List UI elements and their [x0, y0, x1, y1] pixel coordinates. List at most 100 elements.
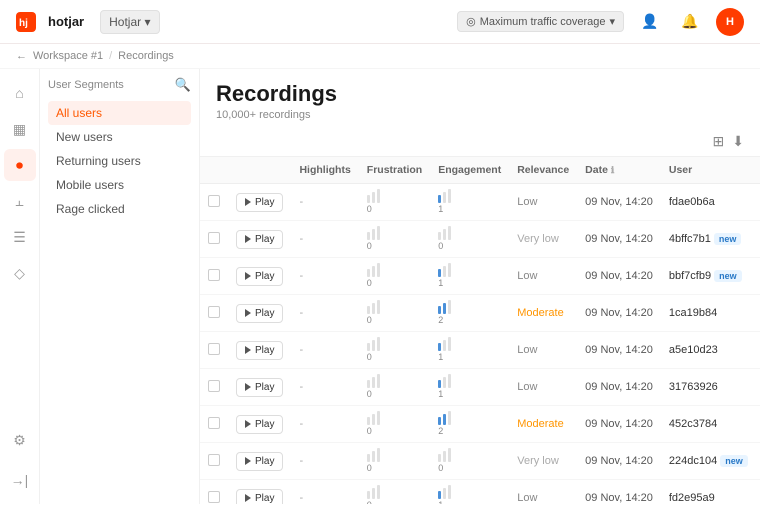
logo[interactable]: hj [16, 12, 36, 32]
sidebar-item-home[interactable]: ⌂ [4, 77, 36, 109]
play-button[interactable]: Play [236, 415, 283, 434]
play-button[interactable]: Play [236, 230, 283, 249]
row-highlights: - [291, 443, 358, 480]
row-user[interactable]: 1ca19b84 [661, 295, 756, 332]
row-highlights: - [291, 295, 358, 332]
segment-new-users[interactable]: New users [48, 125, 191, 149]
row-play-cell: Play [228, 369, 291, 406]
row-highlights: - [291, 332, 358, 369]
sidebar-item-collapse[interactable]: →| [4, 464, 36, 496]
segment-mobile-users[interactable]: Mobile users [48, 173, 191, 197]
sidebar-item-recordings[interactable]: ⏺ [4, 149, 36, 181]
breadcrumb-separator: / [109, 50, 112, 62]
row-play-cell: Play [228, 221, 291, 258]
row-user[interactable]: 31763926 [661, 369, 756, 406]
row-user[interactable]: fdae0b6a [661, 184, 756, 221]
page-title: Recordings [216, 81, 744, 107]
row-relevance: Low [509, 369, 577, 406]
breadcrumb-workspace[interactable]: Workspace #1 [33, 50, 103, 62]
sidebar-item-heatmaps[interactable]: ▦ [4, 113, 36, 145]
left-panel: User Segments 🔍 All users New users Retu… [40, 69, 200, 504]
play-button[interactable]: Play [236, 452, 283, 471]
segment-returning-users[interactable]: Returning users [48, 149, 191, 173]
play-button[interactable]: Play [236, 193, 283, 212]
play-icon [245, 198, 251, 206]
row-relevance: Moderate [509, 406, 577, 443]
users-icon-button[interactable]: 👤 [636, 8, 664, 36]
row-frustration: 0 [359, 221, 430, 258]
traffic-coverage-button[interactable]: ◎ Maximum traffic coverage ▾ [457, 11, 624, 32]
row-checkbox[interactable] [200, 443, 228, 480]
row-country: 🇮🇪 Ireland [756, 221, 760, 258]
sidebar-item-funnels[interactable]: ⫠ [4, 185, 36, 217]
row-engagement: 0 [430, 221, 509, 258]
play-icon [245, 346, 251, 354]
row-checkbox[interactable] [200, 369, 228, 406]
row-relevance: Very low [509, 221, 577, 258]
row-frustration: 0 [359, 295, 430, 332]
search-icon[interactable]: 🔍 [175, 77, 191, 93]
play-icon [245, 420, 251, 428]
row-country: 🇵🇱 Poland [756, 295, 760, 332]
row-highlights: - [291, 406, 358, 443]
row-checkbox[interactable] [200, 406, 228, 443]
table-toolbar: ⊞ ⬇ [200, 127, 760, 157]
segment-rage-clicked[interactable]: Rage clicked [48, 197, 191, 221]
table-row: Play - 0 1 Low 09 Nov, 14:20 bbf7cfb9 ne… [200, 258, 760, 295]
row-frustration: 0 [359, 332, 430, 369]
row-user[interactable]: a5e10d23 [661, 332, 756, 369]
row-frustration: 0 [359, 443, 430, 480]
row-checkbox[interactable] [200, 295, 228, 332]
play-button[interactable]: Play [236, 489, 283, 505]
back-icon[interactable]: ← [16, 50, 27, 62]
grid-view-icon[interactable]: ⊞ [713, 133, 725, 150]
row-engagement: 1 [430, 258, 509, 295]
sidebar-item-feedback[interactable]: ◇ [4, 257, 36, 289]
col-engagement: Engagement [430, 157, 509, 184]
row-checkbox[interactable] [200, 258, 228, 295]
table-row: Play - 0 0 Very low 09 Nov, 14:20 224dc1… [200, 443, 760, 480]
row-checkbox[interactable] [200, 480, 228, 505]
play-button[interactable]: Play [236, 378, 283, 397]
row-frustration: 0 [359, 406, 430, 443]
table-row: Play - 0 1 Low 09 Nov, 14:20 fd2e95a9 🇨🇾… [200, 480, 760, 505]
row-date: 09 Nov, 14:20 [577, 258, 661, 295]
play-button[interactable]: Play [236, 304, 283, 323]
table-row: Play - 0 2 Moderate 09 Nov, 14:20 1ca19b… [200, 295, 760, 332]
table-row: Play - 0 1 Low 09 Nov, 14:20 31763926 🇫🇮… [200, 369, 760, 406]
brand-name: hotjar [48, 14, 84, 29]
segment-header: User Segments 🔍 [48, 77, 191, 93]
row-relevance: Low [509, 184, 577, 221]
col-date: Date ℹ [577, 157, 661, 184]
sidebar-item-surveys[interactable]: ☰ [4, 221, 36, 253]
row-country: 🇫🇮 Finland [756, 369, 760, 406]
row-country: 🇺🇸 United States [756, 406, 760, 443]
row-checkbox[interactable] [200, 332, 228, 369]
row-user[interactable]: 452c3784 [661, 406, 756, 443]
workspace-button[interactable]: Hotjar ▾ [100, 10, 159, 34]
row-user[interactable]: fd2e95a9 [661, 480, 756, 505]
bell-icon-button[interactable]: 🔔 [676, 8, 704, 36]
col-frustration: Frustration [359, 157, 430, 184]
row-date: 09 Nov, 14:20 [577, 184, 661, 221]
row-checkbox[interactable] [200, 184, 228, 221]
sidebar-item-settings[interactable]: ⚙ [4, 424, 36, 456]
segment-all-users[interactable]: All users [48, 101, 191, 125]
recording-count: 10,000+ recordings [216, 109, 744, 121]
row-checkbox[interactable] [200, 221, 228, 258]
play-button[interactable]: Play [236, 267, 283, 286]
col-checkbox [200, 157, 228, 184]
row-relevance: Very low [509, 443, 577, 480]
col-user: User [661, 157, 756, 184]
download-icon[interactable]: ⬇ [732, 133, 744, 150]
play-button[interactable]: Play [236, 341, 283, 360]
row-engagement: 2 [430, 406, 509, 443]
row-user[interactable]: 224dc104 new [661, 443, 756, 480]
avatar[interactable]: H [716, 8, 744, 36]
breadcrumb-current: Recordings [118, 50, 174, 62]
row-country: 🇮🇳 India [756, 332, 760, 369]
row-user[interactable]: bbf7cfb9 new [661, 258, 756, 295]
row-engagement: 0 [430, 443, 509, 480]
row-user[interactable]: 4bffc7b1 new [661, 221, 756, 258]
chevron-down-icon: ▾ [609, 15, 615, 28]
